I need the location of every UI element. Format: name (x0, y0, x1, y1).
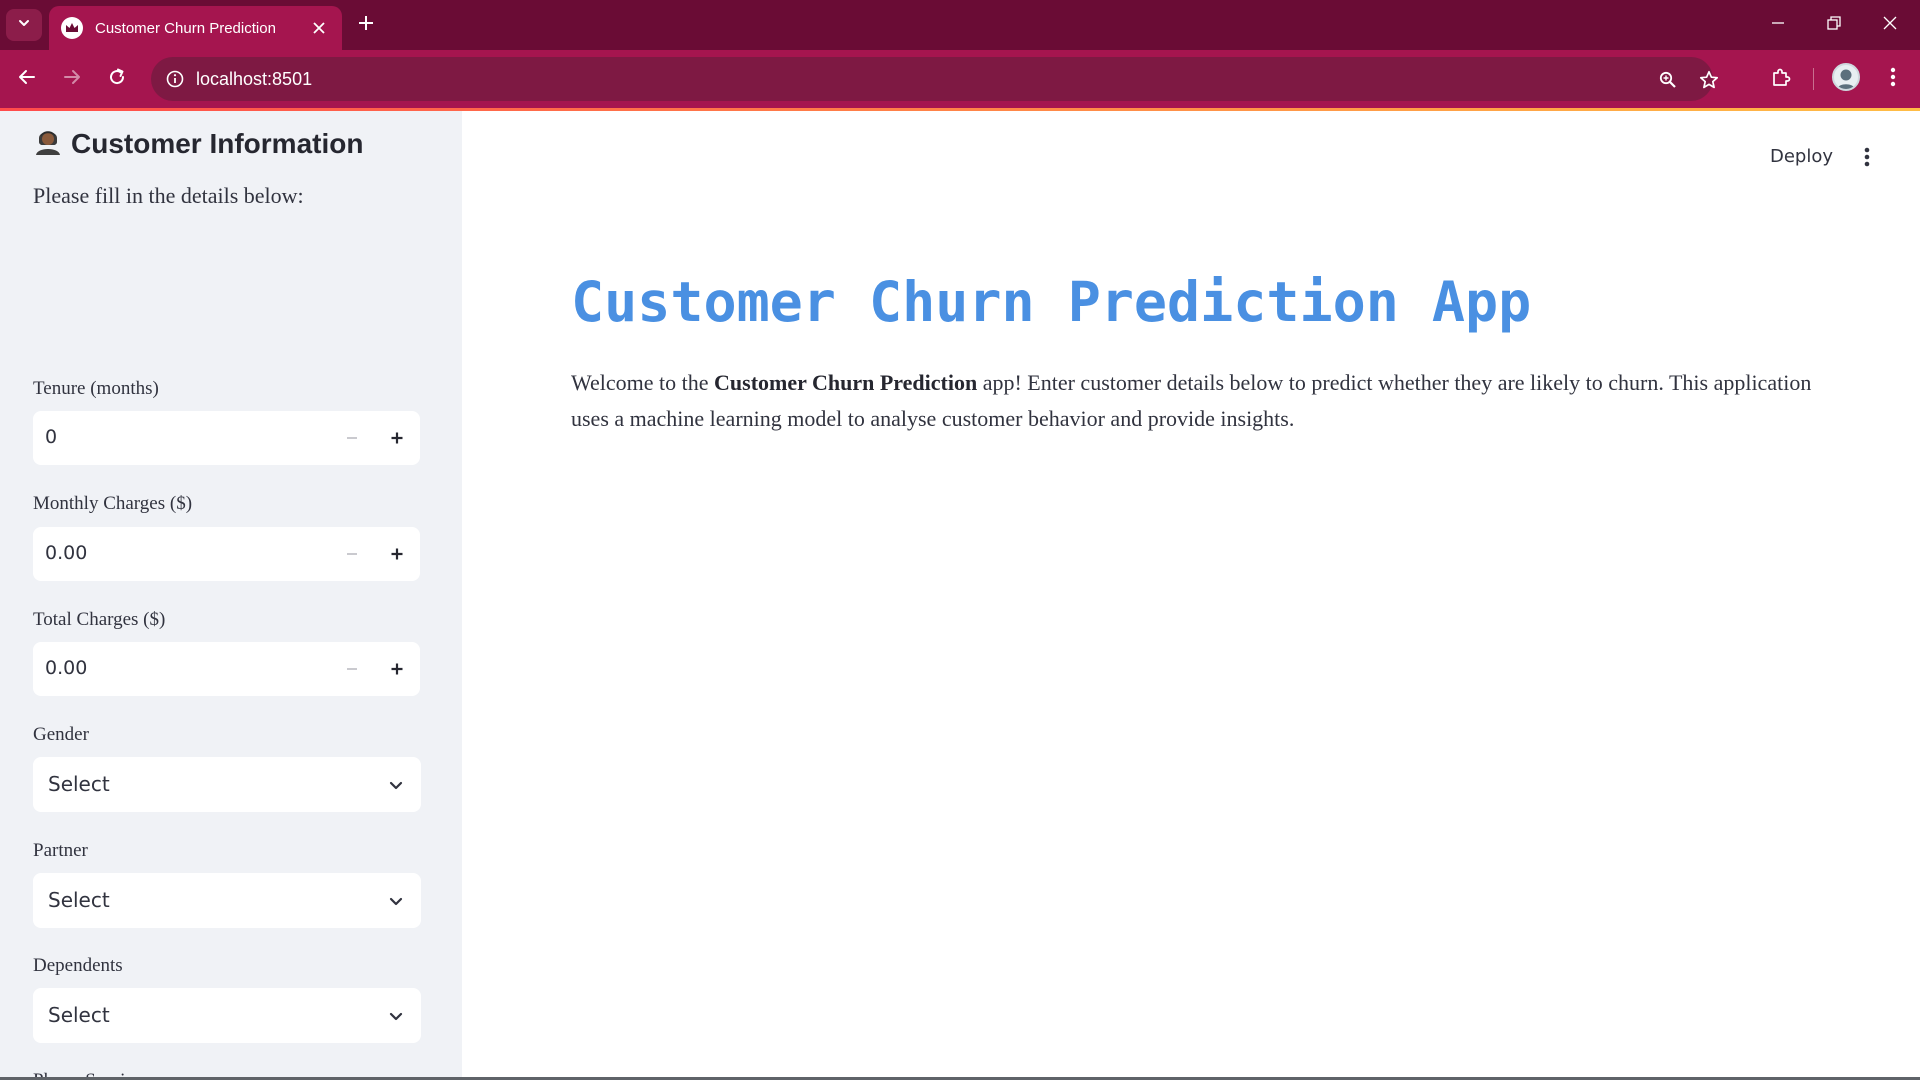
reload-icon (108, 68, 126, 91)
browser-tab-active[interactable]: Customer Churn Prediction (49, 6, 342, 50)
total-charges-decrement-button[interactable] (338, 655, 366, 683)
chevron-down-icon[interactable] (385, 890, 407, 912)
reload-button[interactable] (101, 63, 133, 95)
dependents-select-value[interactable]: Select (48, 1003, 110, 1027)
total-charges-value[interactable]: 0.00 (45, 657, 87, 679)
forward-button[interactable] (56, 63, 88, 95)
partner-label: Partner (33, 840, 88, 861)
close-icon (1883, 16, 1897, 35)
back-button[interactable] (11, 63, 43, 95)
sidebar-subtitle: Please fill in the details below: (33, 183, 304, 208)
browser-menu-button[interactable] (1877, 63, 1909, 95)
page-title: Customer Churn Prediction App (571, 270, 1532, 334)
close-window-button[interactable] (1862, 0, 1918, 50)
sidebar-header: Customer Information (33, 126, 363, 161)
monthly-charges-decrement-button[interactable] (338, 540, 366, 568)
vertical-dots-icon (1890, 67, 1896, 92)
partner-select-value[interactable]: Select (48, 888, 110, 912)
monthly-charges-increment-button[interactable] (383, 540, 411, 568)
site-info-icon[interactable] (164, 68, 186, 90)
streamlit-crown-icon (61, 17, 83, 39)
restore-window-button[interactable] (1806, 0, 1862, 50)
gender-label: Gender (33, 724, 89, 745)
main-content (462, 111, 1920, 1080)
chevron-down-icon[interactable] (385, 774, 407, 796)
arrow-right-icon (63, 68, 81, 91)
sidebar-title: Customer Information (71, 127, 364, 159)
dependents-label: Dependents (33, 955, 123, 976)
restore-icon (1827, 15, 1841, 35)
tenure-value[interactable]: 0 (45, 426, 57, 448)
monthly-charges-label: Monthly Charges ($) (33, 493, 193, 514)
puzzle-icon (1771, 67, 1791, 92)
intro-text-start: Welcome to the (571, 370, 715, 395)
chevron-down-icon (17, 16, 31, 35)
dependents-select[interactable]: Select (33, 988, 421, 1043)
minimize-icon (1771, 16, 1785, 35)
bookmark-star-icon[interactable] (1696, 67, 1722, 93)
address-url[interactable]: localhost:8501 (196, 69, 312, 90)
tenure-label: Tenure (months) (33, 378, 159, 399)
arrow-left-icon (18, 68, 36, 91)
monthly-charges-input[interactable]: 0.00 (33, 527, 420, 581)
deploy-button[interactable]: Deploy (1770, 146, 1833, 167)
intro-paragraph: Welcome to the Customer Churn Prediction… (571, 365, 1841, 437)
vertical-dots-icon (1864, 147, 1870, 172)
total-charges-label: Total Charges ($) (33, 609, 166, 630)
extensions-button[interactable] (1765, 63, 1797, 95)
monthly-charges-value[interactable]: 0.00 (45, 542, 87, 564)
profile-avatar[interactable] (1832, 63, 1860, 91)
gender-select-value[interactable]: Select (48, 772, 110, 796)
total-charges-input[interactable]: 0.00 (33, 642, 420, 696)
close-tab-icon[interactable] (308, 17, 330, 39)
intro-app-name: Customer Churn Prediction (714, 370, 978, 395)
toolbar-separator (1813, 68, 1814, 90)
tenure-input[interactable]: 0 (33, 411, 420, 465)
gender-select[interactable]: Select (33, 757, 421, 812)
sidebar (0, 111, 462, 1080)
plus-icon (358, 15, 374, 36)
person-icon (33, 126, 63, 161)
minimize-window-button[interactable] (1750, 0, 1806, 50)
browser-tab-strip: Customer Churn Prediction (0, 0, 1920, 50)
browser-toolbar: localhost:8501 (0, 50, 1920, 108)
tab-search-button[interactable] (6, 9, 42, 41)
tab-title: Customer Churn Prediction (95, 19, 276, 37)
app-menu-button[interactable] (1855, 146, 1879, 172)
address-bar[interactable]: localhost:8501 (151, 57, 1719, 101)
partner-select[interactable]: Select (33, 873, 421, 928)
zoom-icon[interactable] (1655, 67, 1681, 93)
tenure-decrement-button[interactable] (338, 424, 366, 452)
new-tab-button[interactable] (352, 11, 380, 39)
total-charges-increment-button[interactable] (383, 655, 411, 683)
chevron-down-icon[interactable] (385, 1005, 407, 1027)
tenure-increment-button[interactable] (383, 424, 411, 452)
